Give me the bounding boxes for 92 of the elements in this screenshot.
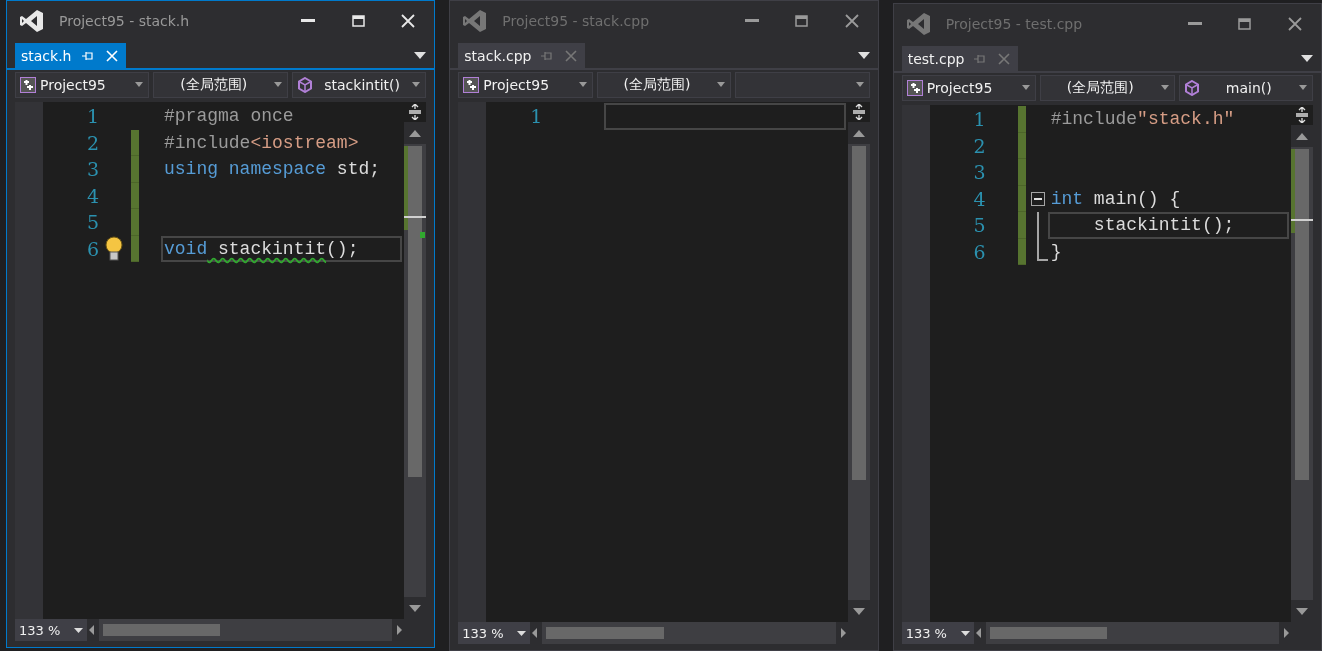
line-number: 3: [85, 157, 99, 182]
line-number: 5: [972, 213, 986, 238]
caret-icon: [517, 630, 527, 636]
code-line: #include<iostream>: [163, 131, 360, 155]
split-icon[interactable]: [1295, 107, 1309, 123]
code-line: int main() {: [1049, 187, 1182, 211]
caret-icon: [411, 82, 422, 88]
code-line: using namespace std;: [163, 158, 382, 181]
scope-dropdown[interactable]: (全局范围): [1040, 75, 1175, 101]
maximize-icon: [351, 15, 365, 27]
close-icon: [844, 14, 859, 28]
scrollbar-thumb[interactable]: [546, 627, 664, 639]
caret-icon: [1159, 85, 1170, 91]
maximize-icon: [1238, 18, 1252, 30]
window-title: Project95 - stack.h: [59, 13, 191, 29]
scrollbar-thumb[interactable]: [1295, 149, 1309, 480]
caret-marker: [404, 216, 427, 218]
scope-dropdown[interactable]: (全局范围): [596, 72, 732, 98]
caret-icon: [272, 82, 283, 88]
code-line: #pragma once: [163, 105, 295, 128]
line-number: 1: [529, 104, 543, 129]
minimize-icon: [744, 19, 759, 23]
line-number: 4: [85, 183, 99, 209]
code-line: }: [1049, 240, 1063, 264]
line-number: 5: [85, 210, 99, 235]
caret-icon: [1021, 85, 1032, 91]
caret-icon: [1297, 85, 1308, 91]
logo-icon: [462, 8, 489, 34]
member-dropdown[interactable]: main(): [1178, 75, 1313, 101]
caret-icon: [74, 627, 83, 633]
scrollbar-thumb[interactable]: [103, 624, 221, 636]
line-number: 3: [972, 160, 986, 185]
scroll-up-icon[interactable]: [409, 129, 422, 137]
close-icon: [1288, 17, 1302, 31]
caret-icon: [854, 82, 865, 88]
vertical-scrollbar[interactable]: [847, 102, 870, 622]
member-dropdown[interactable]: stackintit(): [291, 72, 427, 98]
window-title: Project95 - test.cpp: [945, 16, 1084, 32]
scrollbar-thumb[interactable]: [408, 146, 423, 477]
dropdown-icon[interactable]: [414, 52, 427, 60]
split-icon[interactable]: [851, 104, 866, 120]
cube-icon: [1183, 80, 1200, 96]
scroll-down-icon[interactable]: [409, 604, 422, 612]
scope-dropdown[interactable]: (全局范围): [153, 72, 288, 98]
project-icon: [463, 77, 480, 93]
scrollbar-thumb[interactable]: [851, 146, 866, 480]
scroll-up-icon[interactable]: [1296, 132, 1308, 140]
caret-icon: [134, 82, 145, 88]
caret-icon: [577, 82, 588, 88]
code-line: #include"stack.h": [1049, 108, 1236, 131]
minimize-icon: [1188, 22, 1202, 26]
line-number: 1: [972, 107, 986, 132]
vertical-scrollbar[interactable]: [1291, 105, 1313, 622]
caret-icon: [960, 630, 970, 636]
fold-end-line: [1036, 238, 1048, 261]
minimize-icon: [301, 19, 316, 23]
caret-marker: [1291, 219, 1313, 221]
line-number: 6: [85, 236, 99, 262]
lightbulb-icon[interactable]: [104, 235, 124, 262]
line-number: 2: [85, 130, 99, 156]
cube-icon: [296, 77, 313, 93]
file-tab[interactable]: stack.h: [15, 43, 126, 68]
project-dropdown[interactable]: Project95: [458, 72, 593, 98]
zoom-dropdown[interactable]: 133 %: [458, 622, 531, 644]
maximize-icon: [795, 15, 809, 27]
scroll-down-icon[interactable]: [1296, 607, 1308, 615]
line-number: 4: [972, 186, 986, 212]
logo-icon: [905, 11, 932, 37]
dropdown-icon[interactable]: [857, 52, 870, 60]
split-icon[interactable]: [408, 104, 423, 120]
scroll-up-icon[interactable]: [852, 129, 865, 137]
line-number: 2: [972, 133, 986, 159]
window-title: Project95 - stack.cpp: [502, 13, 651, 29]
warning-marker: [420, 232, 426, 238]
collapse-icon[interactable]: [1030, 191, 1045, 206]
logo-icon: [19, 8, 45, 34]
line-number: 1: [85, 104, 99, 129]
vertical-scrollbar[interactable]: [404, 102, 427, 619]
project-icon: [906, 80, 923, 96]
scroll-down-icon[interactable]: [852, 607, 865, 615]
project-dropdown[interactable]: Project95: [15, 72, 150, 98]
dropdown-icon[interactable]: [1301, 55, 1313, 63]
zoom-dropdown[interactable]: 133 %: [901, 622, 974, 644]
fold-line: [1036, 212, 1039, 239]
scrollbar-thumb[interactable]: [989, 627, 1107, 639]
project-icon: [20, 77, 36, 93]
project-dropdown[interactable]: Project95: [901, 75, 1037, 101]
zoom-dropdown[interactable]: 133 %: [15, 619, 87, 641]
caret-icon: [716, 82, 727, 88]
close-icon: [401, 14, 416, 28]
line-number: 6: [972, 239, 986, 265]
close-icon[interactable]: [103, 47, 120, 64]
